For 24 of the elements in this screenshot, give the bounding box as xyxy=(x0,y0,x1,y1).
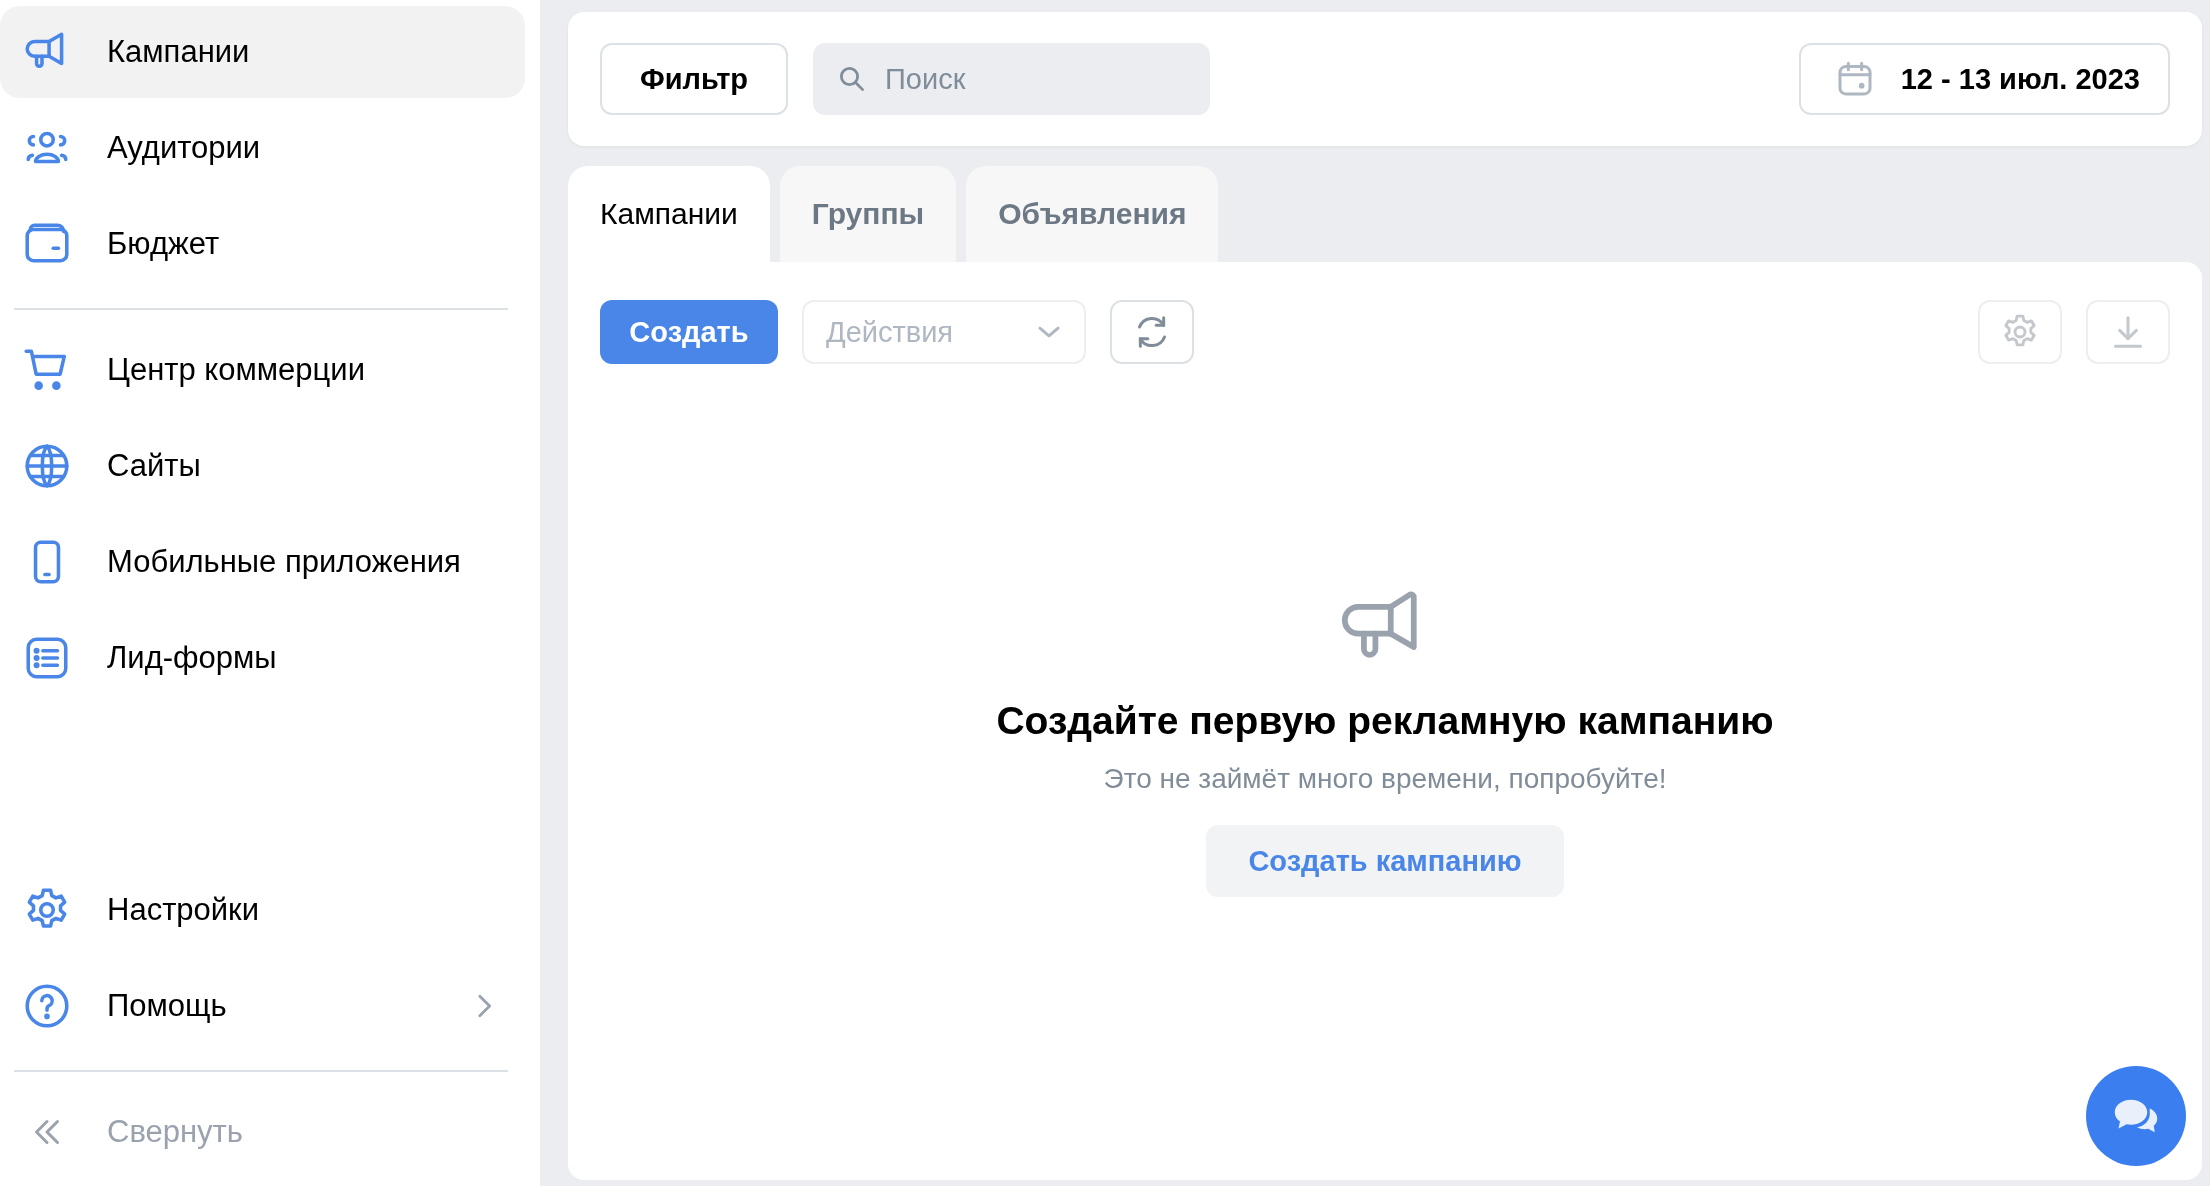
help-icon xyxy=(22,981,72,1031)
create-button[interactable]: Создать xyxy=(600,300,778,364)
tab[interactable]: Кампании xyxy=(568,166,770,262)
sidebar-item[interactable]: Кампании xyxy=(0,6,525,98)
search-icon xyxy=(837,64,867,94)
globe-icon xyxy=(22,441,72,491)
search-field[interactable]: Поиск xyxy=(813,43,1210,115)
refresh-button[interactable] xyxy=(1110,300,1194,364)
filter-button[interactable]: Фильтр xyxy=(600,43,788,115)
sidebar-item[interactable]: Центр коммерции xyxy=(0,324,525,416)
date-range-button[interactable]: 12 - 13 июл. 2023 xyxy=(1798,43,2170,115)
sidebar-item[interactable]: Настройки xyxy=(0,864,525,956)
chevron-right-icon xyxy=(475,992,493,1020)
tab[interactable]: Группы xyxy=(779,166,957,262)
sidebar-item[interactable]: Бюджет xyxy=(0,198,525,290)
sidebar-item[interactable]: Лид-формы xyxy=(0,612,525,704)
tab[interactable]: Объявления xyxy=(966,166,1219,262)
empty-state-title: Создайте первую рекламную кампанию xyxy=(996,699,1774,743)
sidebar-item[interactable]: Помощь xyxy=(0,960,525,1052)
sidebar-item[interactable]: Мобильные приложения xyxy=(0,516,525,608)
sidebar-item[interactable]: Сайты xyxy=(0,420,525,512)
sidebar-item[interactable]: Аудитории xyxy=(0,102,525,194)
empty-state-subtitle: Это не займёт много времени, попробуйте! xyxy=(1103,763,1667,795)
caret-icon xyxy=(1036,324,1062,340)
